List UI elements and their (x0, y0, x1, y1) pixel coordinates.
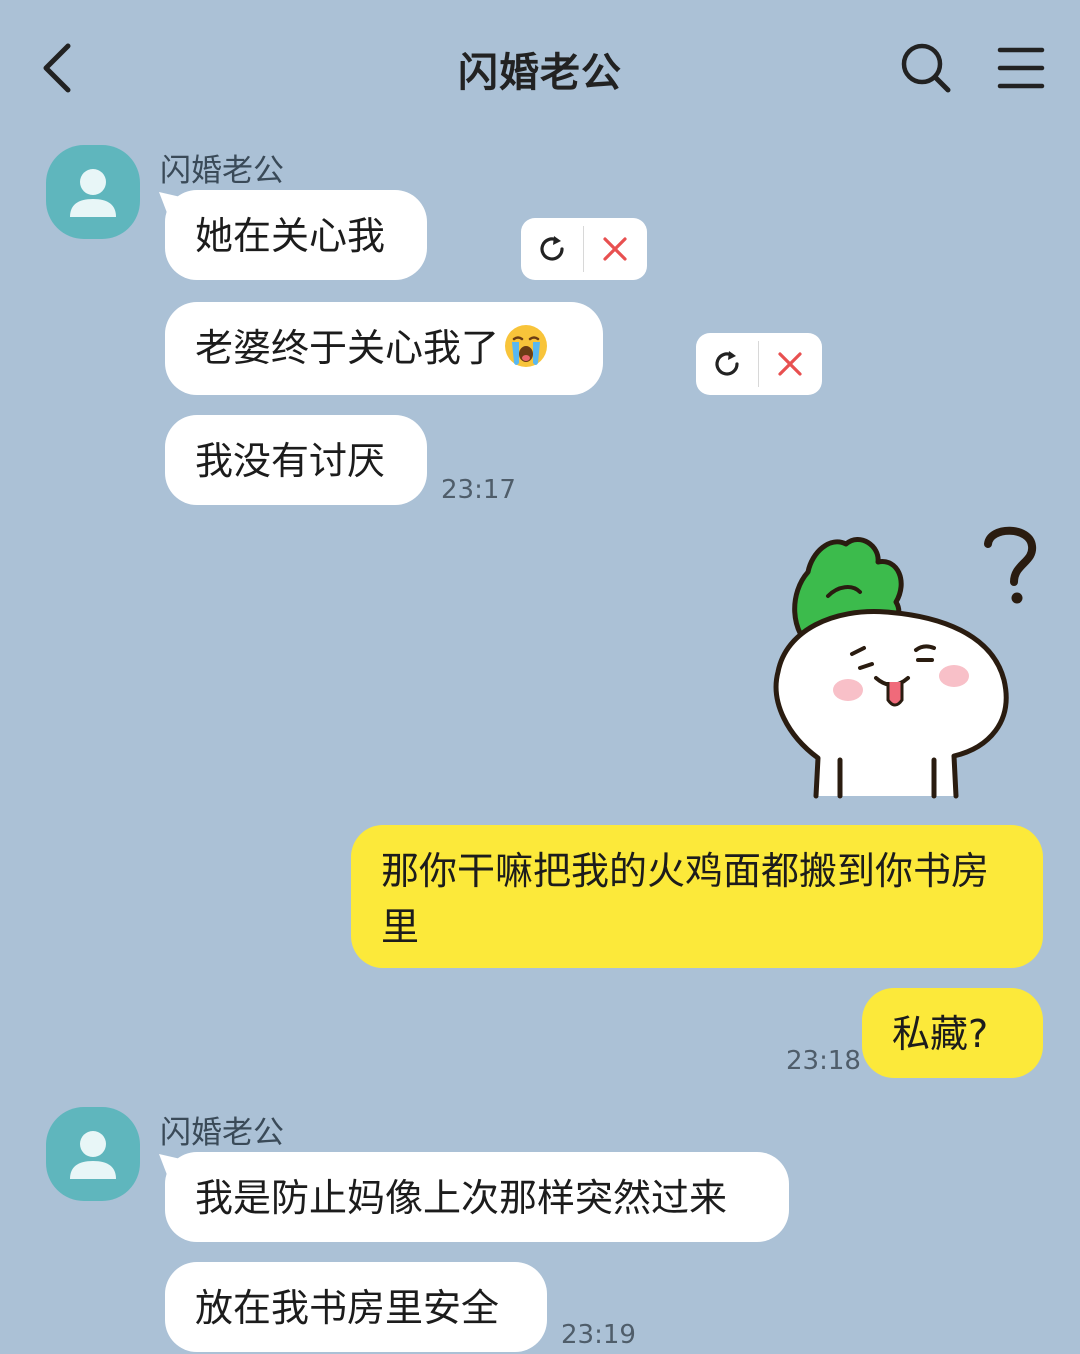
message-text: 放在我书房里安全 (195, 1286, 500, 1330)
failed-message-actions (521, 218, 647, 280)
contact-avatar[interactable] (46, 1107, 140, 1201)
delete-x-icon (778, 352, 802, 376)
failed-message-actions (696, 333, 822, 395)
message-bubble[interactable]: 她在关心我 (159, 190, 427, 280)
message-timestamp: 23:18 (786, 1046, 861, 1076)
message-text: 她在关心我 (195, 214, 386, 258)
sender-name: 闪婚老公 (160, 153, 284, 189)
message-text: 我是防止妈像上次那样突然过来 (195, 1176, 728, 1220)
bubble-tail (159, 1154, 185, 1180)
my-message-bubble[interactable]: 那你干嘛把我的火鸡面都搬到你书房里 (351, 825, 1043, 968)
message-text: 我没有讨厌 (195, 439, 386, 483)
delete-button[interactable] (759, 333, 821, 395)
message-text: 老婆终于关心我了 (195, 326, 500, 370)
hamburger-menu-icon (997, 47, 1045, 89)
message-bubble[interactable]: 老婆终于关心我了 (165, 302, 603, 395)
loudly-crying-face-emoji (505, 325, 548, 367)
message-timestamp: 23:17 (441, 475, 516, 505)
message-bubble[interactable]: 我是防止妈像上次那样突然过来 (159, 1152, 789, 1242)
delete-button[interactable] (584, 218, 646, 280)
message-bubble[interactable]: 放在我书房里安全 (165, 1262, 547, 1352)
message-text: 私藏? (892, 1012, 989, 1056)
search-button[interactable] (898, 40, 952, 94)
retry-icon (540, 236, 564, 261)
my-message-bubble[interactable]: 私藏? (862, 988, 1043, 1078)
search-icon (901, 43, 951, 93)
retry-button[interactable] (696, 333, 758, 395)
bubble-tail (159, 192, 185, 218)
person-icon (70, 169, 116, 217)
retry-icon (715, 351, 739, 376)
message-text: 那你干嘛把我的火鸡面都搬到你书房里 (381, 849, 990, 949)
retry-button[interactable] (521, 218, 583, 280)
contact-avatar[interactable] (46, 145, 140, 239)
menu-button[interactable] (996, 44, 1046, 92)
sender-name: 闪婚老公 (160, 1115, 284, 1151)
delete-x-icon (603, 237, 627, 261)
message-timestamp: 23:19 (561, 1320, 636, 1350)
message-bubble[interactable]: 我没有讨厌 (165, 415, 427, 505)
sticker-image (773, 526, 1037, 799)
person-icon (70, 1131, 116, 1179)
radish-character-sticker[interactable] (768, 522, 1050, 812)
